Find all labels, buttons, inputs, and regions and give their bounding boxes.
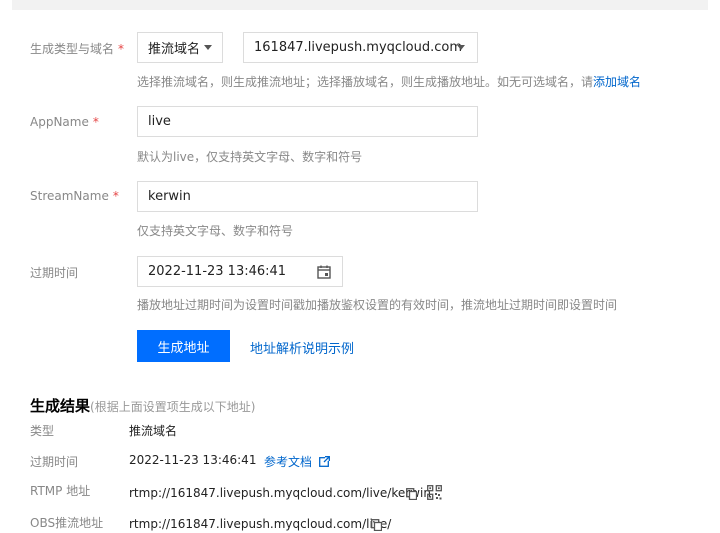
appname-input[interactable]: live	[137, 106, 478, 137]
appname-hint: 默认为live，仅支持英文字母、数字和符号	[137, 150, 363, 164]
result-rtmp-value: rtmp://161847.livepush.myqcloud.com/live…	[129, 486, 431, 500]
add-domain-link[interactable]: 添加域名	[593, 75, 641, 89]
domain-select-value: 161847.livepush.myqcloud.com	[254, 40, 463, 55]
expire-date-picker[interactable]: 2022-11-23 13:46:41	[137, 256, 343, 287]
result-obs-value: rtmp://161847.livepush.myqcloud.com/live…	[129, 517, 392, 531]
caret-down-icon	[204, 45, 212, 50]
type-domain-hint: 选择推流域名，则生成推流地址；选择播放域名，则生成播放地址。如无可选域名，请添加…	[137, 75, 642, 89]
streamname-input[interactable]: kerwin	[137, 181, 478, 212]
generate-address-button[interactable]: 生成地址	[137, 330, 230, 362]
domain-select[interactable]: 161847.livepush.myqcloud.com	[243, 32, 478, 63]
calendar-icon[interactable]	[317, 265, 331, 283]
type-domain-label: 生成类型与域名 *	[30, 42, 125, 56]
result-subtitle: (根据上面设置项生成以下地址)	[90, 400, 256, 414]
result-type-value: 推流域名	[129, 424, 178, 438]
result-title: 生成结果(根据上面设置项生成以下地址)	[30, 397, 256, 415]
top-bar	[12, 0, 708, 10]
streamname-label: StreamName *	[30, 189, 119, 203]
reference-doc-link[interactable]: 参考文档	[264, 453, 330, 470]
appname-value: live	[148, 114, 171, 129]
result-rtmp-label: RTMP 地址	[30, 484, 91, 498]
address-example-link[interactable]: 地址解析说明示例	[250, 338, 354, 357]
caret-down-icon	[457, 45, 465, 50]
type-select-value: 推流域名	[148, 42, 201, 57]
copy-icon[interactable]	[406, 488, 418, 503]
appname-label: AppName *	[30, 115, 99, 129]
copy-icon[interactable]	[371, 519, 383, 533]
result-type-label: 类型	[30, 424, 55, 438]
expire-hint: 播放地址过期时间为设置时间戳加播放鉴权设置的有效时间，推流地址过期时间即设置时间	[137, 298, 618, 312]
qrcode-icon[interactable]	[427, 485, 442, 503]
streamname-value: kerwin	[148, 189, 191, 204]
result-expire-label: 过期时间	[30, 455, 79, 469]
streamname-hint: 仅支持英文字母、数字和符号	[137, 224, 294, 238]
result-expire-value: 2022-11-23 13:46:41	[129, 453, 257, 467]
type-select[interactable]: 推流域名	[137, 32, 223, 63]
result-obs-label: OBS推流地址	[30, 516, 104, 530]
expire-label: 过期时间	[30, 266, 79, 280]
external-link-icon	[318, 456, 330, 467]
expire-value: 2022-11-23 13:46:41	[148, 264, 287, 279]
